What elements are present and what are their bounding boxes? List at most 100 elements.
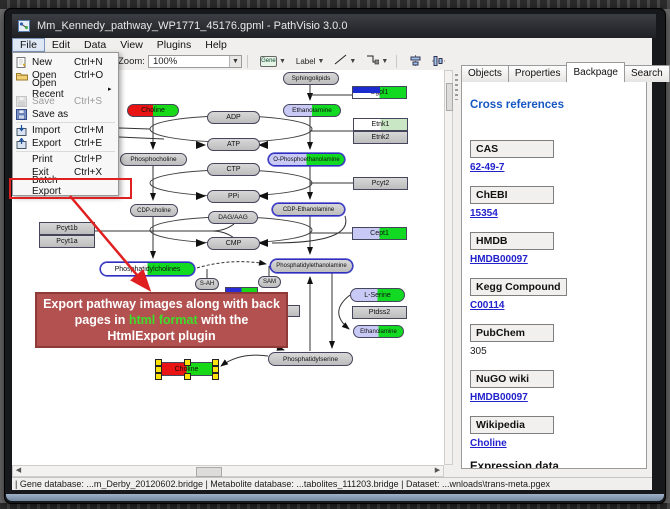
xref-value-nugo-wiki[interactable]: HMDB00097 [470,392,638,403]
node-ctp[interactable]: CTP [207,163,260,176]
selection-handle[interactable] [155,359,162,366]
canvas-horizontal-scrollbar[interactable]: ◀ ▶ [12,465,444,477]
node-phosphatidylserine[interactable]: Phosphatidylserine [268,352,353,366]
gene-node-icon: Gene [260,56,277,67]
xref-value-hmdb[interactable]: HMDB00097 [470,254,638,265]
xref-section-chebi: ChEBI15354 [470,185,638,219]
node-phosphatidylethanolamine[interactable]: Phosphatidylethanolamine [270,259,353,273]
node-ppi[interactable]: PPi [207,190,260,203]
menu-item-label: New [32,57,74,68]
tab-search[interactable]: Search [624,65,670,82]
cross-references-list: CAS62-49-7ChEBI15354HMDBHMDB00097Kegg Co… [470,139,638,449]
horizontal-scroll-thumb[interactable] [196,467,222,477]
scroll-right-icon[interactable]: ▶ [432,466,443,476]
xref-header-pubchem: PubChem [470,324,554,342]
xref-value-cas[interactable]: 62-49-7 [470,162,638,173]
node-dag-aag[interactable]: DAG/AAG [208,211,258,224]
chevron-down-icon[interactable]: ▼ [229,56,241,67]
expression-data-heading: Expression data [470,461,638,469]
node-s-ah[interactable]: S-AH [195,278,219,290]
menu-item-open-recent[interactable]: Open Recent▸ [13,82,118,95]
menu-item-print[interactable]: PrintCtrl+P [13,153,118,166]
add-gene-button[interactable]: Gene ▼ [257,53,289,70]
selection-handle[interactable] [184,359,191,366]
node-phosphatidylcholines[interactable]: Phosphatidylcholines [100,262,195,276]
selection-handle[interactable] [184,373,191,380]
selection-handle[interactable] [212,359,219,366]
menubar-item-help[interactable]: Help [198,39,234,52]
file-menu-dropdown: NewCtrl+NOpenCtrl+OOpen Recent▸SaveCtrl+… [12,52,119,196]
menu-item-save-as[interactable]: Save as [13,108,118,121]
node-ethanolamine-bottom[interactable]: Ethanolamine [353,325,404,338]
align-vertical-center-icon [432,55,445,67]
backpage-panel: Cross references CAS62-49-7ChEBI15354HMD… [461,78,647,469]
node-phosphocholine[interactable]: Phosphocholine [120,153,187,166]
window-title: Mm_Kennedy_pathway_WP1771_45176.gpml - P… [37,20,347,32]
align-vertical-center-button[interactable] [429,53,448,70]
menubar-item-view[interactable]: View [113,39,150,52]
xref-value-chebi[interactable]: 15354 [470,208,638,219]
menubar-item-file[interactable]: File [12,38,45,52]
tab-objects[interactable]: Objects [461,65,509,82]
canvas-vertical-scrollbar[interactable] [444,70,453,465]
splitter-grip-icon [455,74,458,100]
menubar-item-edit[interactable]: Edit [45,39,77,52]
add-label-button[interactable]: Label ▼ [293,53,328,70]
menubar-item-data[interactable]: Data [77,39,113,52]
menu-item-shortcut: Ctrl+X [74,167,108,178]
title-bar: Mm_Kennedy_pathway_WP1771_45176.gpml - P… [12,14,656,38]
save-disk-icon [16,96,29,107]
annotation-callout: Export pathway images along with back pa… [35,292,288,348]
node-pcyt1b[interactable]: Pcyt1b [39,222,95,235]
align-horizontal-center-button[interactable] [406,53,425,70]
selection-handle[interactable] [155,373,162,380]
node-cept1[interactable]: Cept1 [352,227,407,240]
node-choline-top[interactable]: Choline [127,104,179,117]
xref-value-kegg-compound[interactable]: C00114 [470,300,638,311]
node-atp[interactable]: ATP [207,138,260,151]
menu-item-label: Save as [32,109,74,120]
menu-item-shortcut: Ctrl+S [74,96,108,107]
node-l-serine[interactable]: L-Serine [350,288,405,302]
selection-handle[interactable] [212,366,219,373]
connector-tool-button[interactable]: ▼ [363,53,391,70]
menubar-item-plugins[interactable]: Plugins [150,39,198,52]
selection-handle[interactable] [212,373,219,380]
xref-section-cas: CAS62-49-7 [470,139,638,173]
node-etnk1[interactable]: Etnk1 [353,118,408,131]
node-ethanolamine-top[interactable]: Ethanolamine [283,104,341,117]
vertical-scroll-thumb[interactable] [446,83,453,111]
node-cmp[interactable]: CMP [207,237,260,250]
menu-item-export[interactable]: ExportCtrl+E [13,137,118,150]
zoom-combobox[interactable]: 100% ▼ [148,55,242,68]
annotation-line1: Export pathway images along with back [37,296,286,312]
tab-backpage[interactable]: Backpage [566,62,624,82]
line-tool-button[interactable]: ▼ [331,53,359,70]
menu-item-shortcut: Ctrl+O [74,70,108,81]
node-sgpl1[interactable]: Sgpl1 [352,86,407,99]
node-o-phosphoethanolamine[interactable]: O-Phosphoethanolamine [268,153,345,166]
chevron-down-icon: ▼ [381,58,388,65]
menu-icon-blank [16,83,29,94]
zoom-label: Zoom: [118,56,145,67]
side-panel-tabs: ObjectsPropertiesBackpageSearchLegend [461,62,670,82]
node-pcyt1a[interactable]: Pcyt1a [39,235,95,248]
node-adp[interactable]: ADP [207,111,260,124]
line-tool-icon [334,54,347,68]
menu-item-import[interactable]: ImportCtrl+M [13,124,118,137]
selection-handle[interactable] [155,366,162,373]
node-etnk2[interactable]: Etnk2 [353,131,408,144]
node-cdp-choline[interactable]: CDP-choline [130,204,178,217]
node-cdp-ethanolamine[interactable]: CDP-Ethanolamine [272,203,345,216]
node-sphingolipids[interactable]: Sphingolipids [283,72,339,85]
node-ptdss2[interactable]: Ptdss2 [352,306,407,319]
menu-item-label: Export [32,138,74,149]
node-pcyt2[interactable]: Pcyt2 [353,177,408,190]
tab-properties[interactable]: Properties [508,65,568,82]
panel-splitter[interactable] [453,52,460,477]
menu-item-save[interactable]: SaveCtrl+S [13,95,118,108]
xref-value-wikipedia[interactable]: Choline [470,438,638,449]
node-sam[interactable]: SAM [258,276,281,288]
scroll-left-icon[interactable]: ◀ [13,466,24,476]
menu-item-new[interactable]: NewCtrl+N [13,56,118,69]
